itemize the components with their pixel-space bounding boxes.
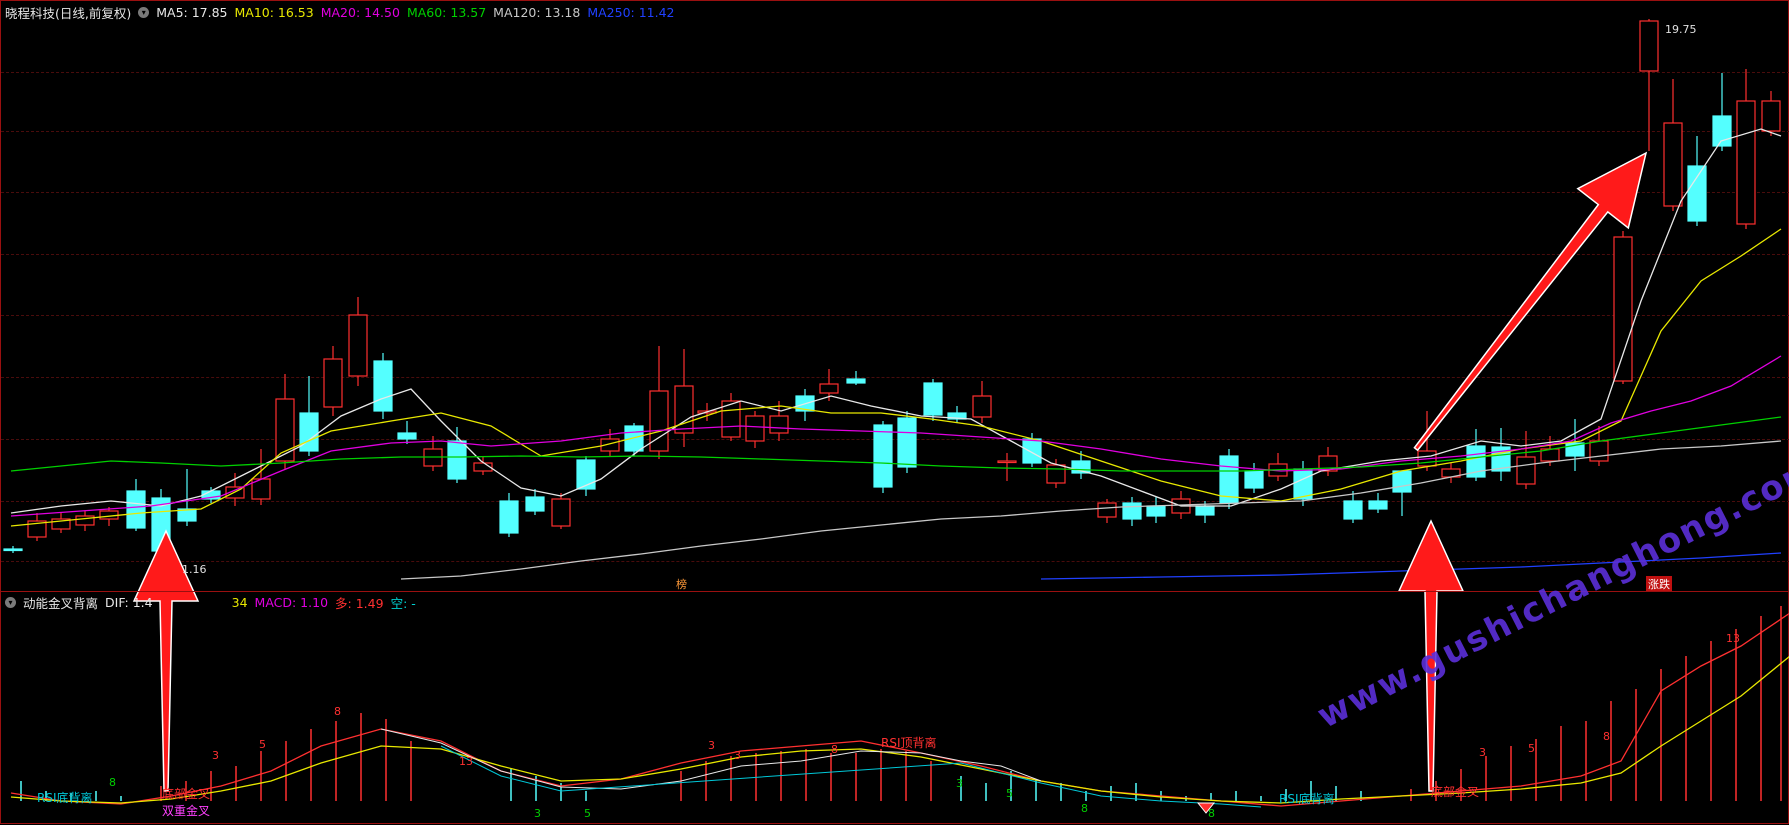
count-label: 8 <box>109 776 116 789</box>
candle-body <box>3 548 23 552</box>
candle-body <box>846 378 866 384</box>
indicator-title: 动能金叉背离 <box>23 595 99 611</box>
candle-body <box>1046 464 1066 484</box>
candle-body <box>997 460 1017 464</box>
indicator-header: ▾ 动能金叉背离 DIF: 1.4 34 MACD: 1.10 多: 1.49 … <box>5 593 416 611</box>
candle-body <box>576 459 596 490</box>
count-label: 5 <box>1006 787 1013 800</box>
candle-body <box>1736 100 1756 225</box>
bang-marker: 榜 <box>676 578 687 591</box>
candle-body <box>1687 165 1707 222</box>
candle-body <box>397 432 417 440</box>
candle-body <box>373 360 393 412</box>
low-price-label: 1.16 <box>182 563 207 576</box>
count-label: 3 <box>1479 746 1486 759</box>
candle-body <box>1613 236 1633 382</box>
count-label: 5 <box>1528 742 1535 755</box>
annotation-rsi-bottom-2: RSI底背离 <box>1279 792 1335 806</box>
rsi-line <box>440 745 1262 808</box>
candle-body <box>745 415 765 442</box>
annotation-rsi-top: RSI顶背离 <box>881 736 937 750</box>
candle-body <box>447 440 467 480</box>
count-label: 3 <box>534 807 541 820</box>
candle-body <box>348 314 368 377</box>
candle-body <box>1589 440 1609 462</box>
candle-body <box>1146 505 1166 517</box>
candle-body <box>624 425 644 452</box>
dea-line <box>10 655 1789 804</box>
zhangdie-marker: 涨跌 <box>1646 576 1672 592</box>
count-label: 13 <box>1726 632 1740 645</box>
candle-body <box>1761 100 1781 132</box>
dea-label: 34 <box>231 594 248 610</box>
ma10-line <box>10 228 1782 527</box>
count-label: 8 <box>334 705 341 718</box>
high-price-label: 19.75 <box>1665 23 1697 36</box>
candle-body <box>1122 502 1142 520</box>
candle-body <box>1516 456 1536 485</box>
count-label: 3 <box>956 777 963 790</box>
count-label: 8 <box>831 743 838 756</box>
count-label: 5 <box>584 807 591 820</box>
dif-line <box>10 612 1789 807</box>
annotation-double-cross: 双重金叉 <box>162 804 211 818</box>
red-arrow <box>1413 151 1648 452</box>
candle-body <box>1195 505 1215 516</box>
candle-body <box>499 500 519 534</box>
candle-body <box>1244 470 1264 489</box>
candle-body <box>873 424 893 488</box>
candle-body <box>1392 470 1412 493</box>
toggle-icon[interactable]: ▾ <box>5 596 16 608</box>
candle-body <box>1712 115 1732 147</box>
duo-label: 多: 1.49 <box>335 595 384 611</box>
candle-body <box>323 358 343 408</box>
candle-body <box>551 498 571 527</box>
panel-divider <box>1 591 1789 592</box>
count-label: 8 <box>1603 730 1610 743</box>
candle-body <box>972 395 992 418</box>
ma120-line <box>400 440 1782 580</box>
count-label: 3 <box>212 749 219 762</box>
candle-body <box>1343 500 1363 520</box>
count-label: 8 <box>1081 802 1088 815</box>
count-label: 3 <box>734 749 741 762</box>
macd-label: MACD: 1.10 <box>254 594 329 610</box>
annotation-rsi-bottom: RSI底背离 <box>37 791 93 805</box>
candle-body <box>819 383 839 394</box>
candle-body <box>1097 502 1117 518</box>
candle-body <box>769 415 789 434</box>
dif-label: DIF: 1.4 <box>105 594 153 610</box>
candle-body <box>1663 122 1683 207</box>
chart-window: 晓程科技(日线,前复权) ▾ MA5: 17.85 MA10: 16.53 MA… <box>0 0 1789 824</box>
candlestick-chart <box>3 19 1789 814</box>
candle-body <box>126 490 146 529</box>
count-label: 13 <box>459 755 473 768</box>
candle-body <box>1368 500 1388 510</box>
kong-label: 空: - <box>390 595 416 611</box>
candle-body <box>1022 438 1042 464</box>
candle-body <box>1293 468 1313 500</box>
annotation-bottom-cross-2: 底部金叉 <box>1431 785 1480 799</box>
candle-body <box>897 417 917 468</box>
count-label: 3 <box>708 739 715 752</box>
candle-body <box>525 496 545 512</box>
count-label: 5 <box>259 738 266 751</box>
annotation-bottom-cross: 底部金叉 <box>162 787 211 801</box>
candle-body <box>1639 20 1659 72</box>
candle-body <box>923 382 943 416</box>
